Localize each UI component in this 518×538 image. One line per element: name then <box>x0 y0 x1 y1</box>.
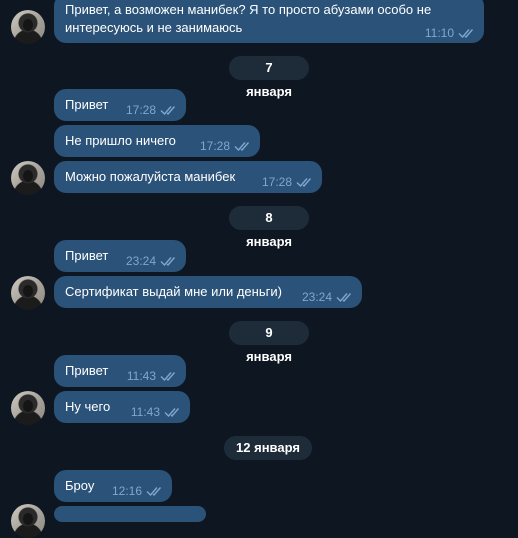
user-avatar[interactable] <box>11 391 45 425</box>
double-check-icon <box>146 487 162 496</box>
message-time: 23:24 <box>301 290 332 304</box>
message-time: 17:28 <box>261 175 292 189</box>
message-meta: 11:10 <box>425 24 476 42</box>
message-meta: 12:16 <box>112 482 164 500</box>
message-time: 23:24 <box>125 254 156 268</box>
message-text: Сертификат выдай мне или деньги) <box>65 284 282 299</box>
date-separator: 8 января <box>229 206 309 249</box>
message-text: Броу <box>65 478 95 493</box>
message-time: 12:16 <box>111 484 142 498</box>
message-time: 11:10 <box>424 26 454 40</box>
double-check-icon <box>160 372 176 381</box>
message-meta: 17:28 <box>262 173 314 191</box>
double-check-icon <box>160 257 176 266</box>
message-bubble[interactable]: Ну чего 11:43 <box>54 391 190 423</box>
message-bubble[interactable]: Броу 12:16 <box>54 470 172 502</box>
user-avatar[interactable] <box>11 161 45 195</box>
date-separator: 7 января <box>229 56 309 99</box>
user-avatar[interactable] <box>11 504 45 538</box>
double-check-icon <box>234 142 250 151</box>
message-bubble[interactable]: Привет 11:43 <box>54 355 186 387</box>
message-text: Привет, а возможен манибек? Я то просто … <box>65 2 432 17</box>
message-bubble[interactable]: Сертификат выдай мне или деньги) 23:24 <box>54 276 362 308</box>
message-time: 17:28 <box>199 139 230 153</box>
message-text: интересуюсь и не занимаюсь <box>65 20 243 35</box>
message-text: Не пришло ничего <box>65 133 176 148</box>
message-meta: 23:24 <box>126 252 178 270</box>
message-text: Привет <box>65 97 109 112</box>
message-text: Можно пожалуйста манибек <box>65 169 236 184</box>
date-separator: 12 января <box>224 436 312 460</box>
message-meta: 17:28 <box>200 137 252 155</box>
message-time: 11:43 <box>130 405 160 419</box>
user-avatar[interactable] <box>11 276 45 310</box>
message-meta: 11:43 <box>127 367 178 385</box>
message-bubble[interactable]: Привет 23:24 <box>54 240 186 272</box>
message-text: Привет <box>65 363 109 378</box>
double-check-icon <box>164 408 180 417</box>
chat-history: Привет, а возможен манибек? Я то просто … <box>0 0 518 538</box>
date-separator: 9 января <box>229 321 309 364</box>
double-check-icon <box>160 106 176 115</box>
double-check-icon <box>336 293 352 302</box>
double-check-icon <box>458 29 474 38</box>
message-bubble[interactable]: Привет 17:28 <box>54 89 186 121</box>
double-check-icon <box>296 178 312 187</box>
message-meta: 11:43 <box>131 403 182 421</box>
message-text: Привет <box>65 248 109 263</box>
message-meta: 23:24 <box>302 288 354 306</box>
message-bubble[interactable] <box>54 506 206 522</box>
user-avatar[interactable] <box>11 10 45 44</box>
message-text: Ну чего <box>65 399 111 414</box>
message-bubble[interactable]: Привет, а возможен манибек? Я то просто … <box>54 0 484 43</box>
message-time: 11:43 <box>126 369 156 383</box>
message-time: 17:28 <box>125 103 156 117</box>
message-meta: 17:28 <box>126 101 178 119</box>
message-bubble[interactable]: Не пришло ничего 17:28 <box>54 125 260 157</box>
message-bubble[interactable]: Можно пожалуйста манибек 17:28 <box>54 161 322 193</box>
